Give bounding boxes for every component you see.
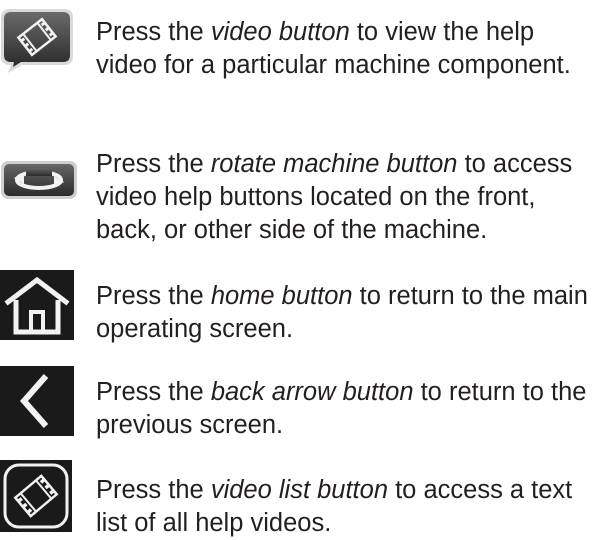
button-term: video button [210, 18, 350, 46]
text-pre: Press the [96, 150, 211, 178]
button-term: rotate machine button [210, 150, 458, 178]
help-item-text: Press the home button to return to the m… [96, 280, 596, 346]
button-term: home button [210, 282, 353, 310]
home-icon[interactable] [0, 270, 74, 340]
rotate-machine-icon[interactable] [0, 160, 78, 200]
help-item-text: Press the video list button to access a … [96, 474, 596, 540]
button-term: video list button [210, 476, 389, 504]
help-item-text: Press the video button to view the help … [96, 16, 596, 82]
button-term: back arrow button [210, 378, 414, 406]
text-pre: Press the [96, 378, 211, 406]
video-list-icon[interactable] [0, 460, 72, 532]
help-item-text: Press the back arrow button to return to… [96, 376, 596, 442]
help-item-text: Press the rotate machine button to acces… [96, 148, 596, 247]
text-pre: Press the [96, 18, 211, 46]
text-pre: Press the [96, 282, 211, 310]
back-arrow-icon[interactable] [0, 366, 74, 436]
video-button-icon[interactable] [0, 8, 74, 74]
text-pre: Press the [96, 476, 211, 504]
